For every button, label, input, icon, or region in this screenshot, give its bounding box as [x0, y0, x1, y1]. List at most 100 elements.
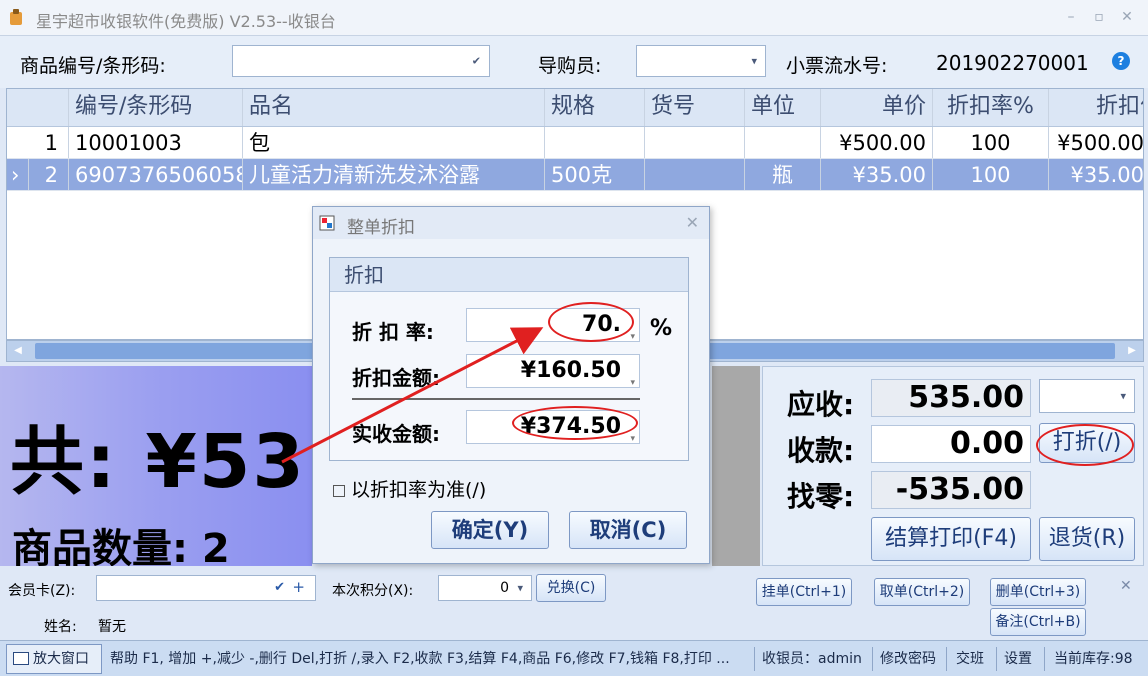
cell-sku [645, 127, 745, 158]
cell-code: 6907376506058 [69, 159, 243, 190]
divider [996, 647, 997, 671]
row-marker-icon: › [7, 159, 29, 190]
header-rate[interactable]: 折扣率% [933, 89, 1049, 126]
return-button[interactable]: 退货(R) [1039, 517, 1135, 561]
total-panel: 共: ¥53 商品数量: 2 [0, 366, 312, 566]
amount-input[interactable]: ¥160.50 ▾ [466, 354, 640, 388]
confirm-button[interactable]: 确定(Y) [431, 511, 549, 549]
discount-group: 折扣 折 扣 率: 70. ▾ % 折扣金额: ¥160.50 ▾ 实收金额: … [329, 257, 689, 461]
help-icon[interactable]: ? [1112, 52, 1130, 70]
close-icon[interactable]: ✕ [686, 213, 699, 232]
points-value: 0 [500, 580, 509, 596]
checkbox-icon[interactable] [333, 484, 345, 497]
member-card-label: 会员卡(Z): [8, 583, 76, 599]
change-password-link[interactable]: 修改密码 [880, 641, 936, 676]
receipt-number: 201902270001 [936, 51, 1089, 75]
points-label: 本次积分(X): [332, 583, 414, 599]
retrieve-order-button[interactable]: 取单(Ctrl+2) [874, 578, 970, 606]
header-name[interactable]: 品名 [243, 89, 545, 126]
rate-priority-checkbox[interactable]: 以折扣率为准(/) [333, 475, 486, 502]
annotation-circle [512, 406, 638, 440]
rate-unit: % [650, 316, 673, 341]
cell-spec: 500克 [545, 159, 645, 190]
chevron-down-icon[interactable]: ▾ [517, 582, 523, 595]
checkout-print-button[interactable]: 结算打印(F4) [871, 517, 1031, 561]
header-spec[interactable]: 规格 [545, 89, 645, 126]
settings-link[interactable]: 设置 [1004, 641, 1032, 676]
dialog-icon [319, 215, 335, 231]
cancel-button[interactable]: 取消(C) [569, 511, 687, 549]
status-bar: 放大窗口 帮助 F1, 增加 +,减少 -,删行 Del,打折 /,录入 F2,… [0, 640, 1148, 676]
header-index [7, 89, 69, 126]
chevron-down-icon[interactable]: ▾ [630, 367, 635, 399]
payment-panel: 应收: 535.00 ▾ 收款: 0.00 打折(/) 找零: -535.00 … [762, 366, 1144, 566]
header-code[interactable]: 编号/条形码 [69, 89, 243, 126]
receivable-value: 535.00 [871, 379, 1031, 417]
panel-divider [712, 366, 760, 566]
header-sku[interactable]: 货号 [645, 89, 745, 126]
chevron-down-icon[interactable]: ▾ [1120, 390, 1126, 403]
total-amount: 共: ¥53 [10, 419, 306, 505]
shortcut-help-text: 帮助 F1, 增加 +,减少 -,删行 Del,打折 /,录入 F2,收款 F3… [110, 651, 730, 667]
change-value: -535.00 [871, 471, 1031, 509]
receipt-label: 小票流水号: [786, 55, 888, 77]
enlarge-window-button[interactable]: 放大窗口 [6, 644, 102, 674]
delete-order-button[interactable]: 删单(Ctrl+3) [990, 578, 1086, 606]
window-icon [13, 652, 29, 665]
hold-order-button[interactable]: 挂单(Ctrl+1) [756, 578, 852, 606]
close-icon[interactable]: ✕ [1120, 578, 1132, 594]
member-name-label: 姓名: [44, 619, 77, 635]
chevron-down-icon[interactable]: ✔ [472, 55, 481, 68]
cell-spec [545, 127, 645, 158]
cell-price: ¥35.00 [821, 159, 933, 190]
stock-label: 当前库存:98 [1054, 651, 1133, 667]
amount-label: 折扣金额: [352, 366, 440, 390]
note-button[interactable]: 备注(Ctrl+B) [990, 608, 1086, 636]
annotation-circle [1036, 424, 1134, 466]
app-icon [10, 9, 22, 25]
received-input[interactable]: 0.00 [871, 425, 1031, 463]
close-button[interactable]: ✕ [1116, 6, 1138, 28]
actual-label: 实收金额: [352, 422, 440, 446]
cell-rate: 100 [933, 127, 1049, 158]
guide-select[interactable]: ▾ [636, 45, 766, 77]
add-icon[interactable]: + [292, 578, 305, 596]
barcode-input[interactable]: ✔ [232, 45, 490, 77]
points-input[interactable]: 0 ▾ [438, 575, 532, 601]
divider [1044, 647, 1045, 671]
barcode-label: 商品编号/条形码: [20, 55, 166, 77]
chevron-down-icon[interactable]: ▾ [751, 55, 757, 68]
cashier-label: 收银员：admin [762, 651, 862, 667]
change-label: 找零: [787, 480, 855, 513]
grid-header: 编号/条形码 品名 规格 货号 单位 单价 折扣率% 折扣价 [7, 89, 1143, 127]
checkbox-label: 以折扣率为准(/) [351, 479, 487, 501]
table-row[interactable]: › 2 6907376506058 儿童活力清新洗发沐浴露 500克 瓶 ¥35… [7, 159, 1143, 191]
member-card-input[interactable]: ✔ + [96, 575, 316, 601]
cell-name: 包 [243, 127, 545, 158]
minimize-button[interactable]: – [1060, 6, 1082, 28]
shift-link[interactable]: 交班 [956, 641, 984, 676]
payment-method-select[interactable]: ▾ [1039, 379, 1135, 413]
receivable-label: 应收: [787, 388, 855, 421]
group-title: 折扣 [330, 258, 688, 292]
header-unit[interactable]: 单位 [745, 89, 821, 126]
scroll-right-icon[interactable]: ▶ [1123, 343, 1141, 359]
divider [946, 647, 947, 671]
title-bar: 星宇超市收银软件(免费版) V2.53--收银台 – ▫ ✕ [0, 0, 1148, 36]
received-label: 收款: [787, 434, 855, 467]
maximize-button[interactable]: ▫ [1088, 6, 1110, 28]
enlarge-label: 放大窗口 [33, 651, 89, 667]
table-row[interactable]: 1 10001003 包 ¥500.00 100 ¥500.00 [7, 127, 1143, 159]
cell-disc-price: ¥500.00 [1049, 127, 1143, 158]
header-disc-price[interactable]: 折扣价 [1049, 89, 1143, 126]
divider [872, 647, 873, 671]
dialog-title-bar: 整单折扣 ✕ [313, 207, 709, 239]
header-price[interactable]: 单价 [821, 89, 933, 126]
redeem-button[interactable]: 兑换(C) [536, 574, 606, 602]
scroll-left-icon[interactable]: ◀ [9, 343, 27, 359]
check-icon[interactable]: ✔ [274, 580, 285, 595]
cell-disc-price: ¥35.00 [1049, 159, 1143, 190]
row-index: 2 [29, 159, 69, 190]
dialog-title: 整单折扣 [347, 218, 415, 238]
cell-name: 儿童活力清新洗发沐浴露 [243, 159, 545, 190]
